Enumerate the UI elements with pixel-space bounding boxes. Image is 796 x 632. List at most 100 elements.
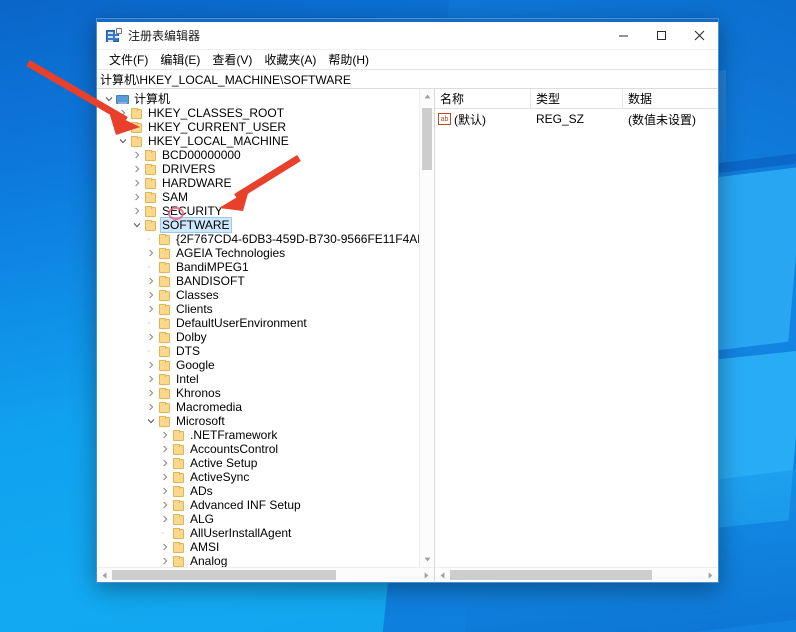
tree-node-19[interactable]: Google bbox=[97, 358, 419, 372]
menu-bar: 文件(F) 编辑(E) 查看(V) 收藏夹(A) 帮助(H) bbox=[97, 49, 718, 70]
chevron-right-icon[interactable] bbox=[145, 386, 157, 400]
chevron-down-icon[interactable] bbox=[117, 134, 129, 148]
tree-hscroll-thumb[interactable] bbox=[112, 570, 337, 580]
registry-tree[interactable]: 计算机 HKEY_CLASSES_ROOT HKEY_CURRENT_USER HKE… bbox=[97, 89, 419, 567]
title-bar[interactable]: 注册表编辑器 bbox=[97, 19, 718, 49]
tree-node-15[interactable]: Clients bbox=[97, 302, 419, 316]
tree-node-label: DRIVERS bbox=[162, 162, 216, 176]
values-hscroll-thumb[interactable] bbox=[450, 570, 653, 580]
scroll-down-icon[interactable] bbox=[420, 552, 434, 567]
tree-node-28[interactable]: ADs bbox=[97, 484, 419, 498]
chevron-right-icon[interactable] bbox=[131, 176, 143, 190]
maximize-button[interactable] bbox=[642, 21, 680, 51]
tree-node-30[interactable]: ALG bbox=[97, 512, 419, 526]
tree-node-14[interactable]: Classes bbox=[97, 288, 419, 302]
chevron-right-icon[interactable] bbox=[117, 120, 129, 134]
tree-node-25[interactable]: AccountsControl bbox=[97, 442, 419, 456]
scroll-left-icon[interactable] bbox=[435, 568, 450, 582]
menu-item-0[interactable]: 文件(F) bbox=[103, 50, 154, 70]
tree-node-11[interactable]: AGEIA Technologies bbox=[97, 246, 419, 260]
tree-node-1[interactable]: HKEY_CLASSES_ROOT bbox=[97, 106, 419, 120]
chevron-right-icon[interactable] bbox=[145, 358, 157, 372]
tree-node-33[interactable]: Analog bbox=[97, 554, 419, 567]
tree-horizontal-scrollbar[interactable] bbox=[97, 567, 434, 582]
chevron-right-icon[interactable] bbox=[145, 302, 157, 316]
menu-item-1[interactable]: 编辑(E) bbox=[154, 50, 206, 70]
scroll-right-icon[interactable] bbox=[419, 568, 434, 582]
minimize-button[interactable] bbox=[604, 21, 642, 51]
menu-item-4[interactable]: 帮助(H) bbox=[322, 50, 375, 70]
tree-node-8[interactable]: SECURITY bbox=[97, 204, 419, 218]
chevron-right-icon[interactable] bbox=[159, 484, 171, 498]
values-hscroll-track[interactable] bbox=[450, 568, 703, 582]
chevron-right-icon[interactable] bbox=[159, 470, 171, 484]
tree-node-9[interactable]: SOFTWARE bbox=[97, 217, 419, 233]
chevron-right-icon[interactable] bbox=[145, 372, 157, 386]
chevron-right-icon[interactable] bbox=[145, 246, 157, 260]
content-panes: 计算机 HKEY_CLASSES_ROOT HKEY_CURRENT_USER HKE… bbox=[97, 89, 718, 582]
tree-node-26[interactable]: Active Setup bbox=[97, 456, 419, 470]
tree-node-0[interactable]: 计算机 bbox=[97, 92, 419, 106]
chevron-right-icon[interactable] bbox=[145, 400, 157, 414]
values-list[interactable]: ab (默认) REG_SZ (数值未设置) bbox=[435, 109, 718, 567]
tree-node-21[interactable]: Khronos bbox=[97, 386, 419, 400]
chevron-down-icon[interactable] bbox=[145, 414, 157, 428]
tree-vscroll-track[interactable] bbox=[420, 104, 434, 552]
tree-node-17[interactable]: Dolby bbox=[97, 330, 419, 344]
tree-node-4[interactable]: BCD00000000 bbox=[97, 148, 419, 162]
chevron-down-icon[interactable] bbox=[131, 218, 143, 232]
tree-node-3[interactable]: HKEY_LOCAL_MACHINE bbox=[97, 134, 419, 148]
chevron-right-icon[interactable] bbox=[159, 512, 171, 526]
chevron-right-icon[interactable] bbox=[159, 540, 171, 554]
chevron-right-icon[interactable] bbox=[131, 148, 143, 162]
menu-item-2[interactable]: 查看(V) bbox=[206, 50, 258, 70]
tree-node-32[interactable]: AMSI bbox=[97, 540, 419, 554]
value-row[interactable]: ab (默认) REG_SZ (数值未设置) bbox=[435, 111, 718, 127]
tree-node-29[interactable]: Advanced INF Setup bbox=[97, 498, 419, 512]
chevron-right-icon[interactable] bbox=[159, 554, 171, 567]
chevron-right-icon[interactable] bbox=[159, 498, 171, 512]
chevron-right-icon[interactable] bbox=[131, 162, 143, 176]
scroll-left-icon[interactable] bbox=[97, 568, 112, 582]
chevron-right-icon[interactable] bbox=[145, 288, 157, 302]
tree-node-12[interactable]: BandiMPEG1 bbox=[97, 260, 419, 274]
tree-node-27[interactable]: ActiveSync bbox=[97, 470, 419, 484]
chevron-right-icon[interactable] bbox=[159, 428, 171, 442]
tree-vertical-scrollbar[interactable] bbox=[419, 89, 434, 567]
tree-node-2[interactable]: HKEY_CURRENT_USER bbox=[97, 120, 419, 134]
tree-node-18[interactable]: DTS bbox=[97, 344, 419, 358]
tree-node-24[interactable]: .NETFramework bbox=[97, 428, 419, 442]
values-horizontal-scrollbar[interactable] bbox=[435, 567, 718, 582]
tree-node-10[interactable]: {2F767CD4-6DB3-459D-B730-9566FE11F4AF}_i… bbox=[97, 232, 419, 246]
tree-hscroll-track[interactable] bbox=[112, 568, 419, 582]
menu-item-3[interactable]: 收藏夹(A) bbox=[258, 50, 322, 70]
chevron-right-icon[interactable] bbox=[159, 456, 171, 470]
chevron-down-icon[interactable] bbox=[103, 92, 115, 106]
folder-icon bbox=[171, 526, 185, 540]
chevron-right-icon[interactable] bbox=[159, 442, 171, 456]
values-column-data[interactable]: 数据 bbox=[623, 89, 718, 108]
values-column-name[interactable]: 名称 bbox=[435, 89, 531, 108]
tree-node-16[interactable]: DefaultUserEnvironment bbox=[97, 316, 419, 330]
values-column-type[interactable]: 类型 bbox=[531, 89, 623, 108]
scroll-right-icon[interactable] bbox=[703, 568, 718, 582]
chevron-right-icon[interactable] bbox=[145, 330, 157, 344]
chevron-right-icon[interactable] bbox=[117, 106, 129, 120]
close-button[interactable] bbox=[680, 21, 718, 51]
tree-node-20[interactable]: Intel bbox=[97, 372, 419, 386]
tree-leaf-connector bbox=[159, 526, 171, 540]
tree-node-7[interactable]: SAM bbox=[97, 190, 419, 204]
tree-node-22[interactable]: Macromedia bbox=[97, 400, 419, 414]
tree-node-6[interactable]: HARDWARE bbox=[97, 176, 419, 190]
chevron-right-icon[interactable] bbox=[131, 204, 143, 218]
tree-node-23[interactable]: Microsoft bbox=[97, 414, 419, 428]
address-bar[interactable]: 计算机\HKEY_LOCAL_MACHINE\SOFTWARE bbox=[97, 70, 718, 89]
tree-vscroll-thumb[interactable] bbox=[422, 108, 432, 170]
tree-node-13[interactable]: BANDISOFT bbox=[97, 274, 419, 288]
tree-node-31[interactable]: AllUserInstallAgent bbox=[97, 526, 419, 540]
scroll-up-icon[interactable] bbox=[420, 89, 434, 104]
tree-node-label: Analog bbox=[190, 554, 228, 567]
tree-node-5[interactable]: DRIVERS bbox=[97, 162, 419, 176]
chevron-right-icon[interactable] bbox=[131, 190, 143, 204]
chevron-right-icon[interactable] bbox=[145, 274, 157, 288]
